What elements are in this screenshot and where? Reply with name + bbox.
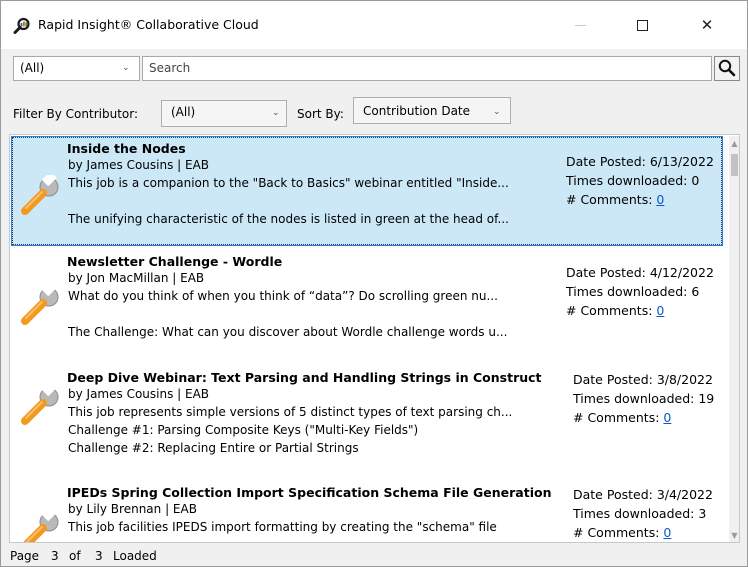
item-title: Newsletter Challenge - Wordle: [67, 254, 283, 269]
category-dropdown-value: (All): [20, 61, 45, 75]
comments-link[interactable]: 0: [663, 525, 671, 540]
chevron-down-icon: ⌄: [493, 107, 501, 117]
contributor-filter-label: Filter By Contributor:: [13, 107, 139, 121]
wrench-icon: [21, 175, 59, 215]
date-posted: Date Posted: 6/13/2022: [566, 154, 714, 169]
date-posted: Date Posted: 3/4/2022: [573, 487, 713, 502]
chevron-down-icon: ⌄: [122, 63, 130, 73]
comments-label: # Comments:: [566, 192, 653, 207]
date-posted: Date Posted: 4/12/2022: [566, 265, 714, 280]
category-dropdown[interactable]: (All) ⌄: [13, 56, 140, 81]
item-description-line: This job is a companion to the "Back to …: [68, 176, 509, 190]
search-icon: [718, 59, 736, 77]
scroll-up-icon[interactable]: ▲: [729, 139, 739, 148]
date-posted: Date Posted: 3/8/2022: [573, 372, 713, 387]
comments-info: # Comments: 0: [566, 303, 664, 318]
item-description-line: Challenge #1: Parsing Composite Keys ("M…: [68, 423, 419, 437]
item-author: by James Cousins | EAB: [68, 158, 210, 172]
search-input-box[interactable]: [142, 56, 712, 81]
comments-info: # Comments: 0: [573, 525, 671, 540]
comments-label: # Comments:: [573, 525, 660, 540]
item-description-line: The unifying characteristic of the nodes…: [68, 212, 509, 226]
comments-label: # Comments:: [573, 410, 660, 425]
search-bar: (All) ⌄: [1, 49, 747, 93]
times-downloaded: Times downloaded: 3: [573, 506, 707, 521]
list-item[interactable]: Inside the Nodes by James Cousins | EAB …: [11, 136, 723, 246]
comments-link[interactable]: 0: [656, 303, 664, 318]
item-title: Inside the Nodes: [67, 141, 186, 156]
list-item[interactable]: IPEDs Spring Collection Import Specifica…: [11, 480, 723, 542]
comments-info: # Comments: 0: [566, 192, 664, 207]
status-page-total: 3: [95, 549, 103, 563]
item-title: Deep Dive Webinar: Text Parsing and Hand…: [67, 370, 542, 385]
item-author: by Lily Brennan | EAB: [68, 502, 197, 516]
maximize-icon: [636, 19, 648, 31]
comments-link[interactable]: 0: [656, 192, 664, 207]
job-list[interactable]: Inside the Nodes by James Cousins | EAB …: [9, 134, 740, 543]
comments-label: # Comments:: [566, 303, 653, 318]
wrench-icon: [23, 510, 59, 542]
status-page-word: Page: [10, 549, 40, 563]
close-button[interactable]: ✕: [684, 9, 730, 41]
times-downloaded: Times downloaded: 6: [566, 284, 700, 299]
contributor-dropdown[interactable]: (All) ⌄: [161, 100, 287, 127]
times-downloaded: Times downloaded: 0: [566, 173, 700, 188]
filter-bar: Filter By Contributor: (All) ⌄ Sort By: …: [1, 93, 747, 133]
status-page-of: of: [69, 549, 81, 563]
status-bar: Page 3 of 3 Loaded: [1, 544, 747, 566]
close-icon: ✕: [700, 16, 714, 34]
item-description-line: What do you think of when you think of “…: [68, 289, 498, 303]
wrench-icon: [21, 385, 59, 425]
comments-info: # Comments: 0: [573, 410, 671, 425]
item-description-line: Challenge #2: Replacing Entire or Partia…: [68, 441, 359, 455]
scroll-down-icon[interactable]: ▼: [729, 531, 739, 540]
search-input[interactable]: [143, 57, 695, 78]
contributor-dropdown-value: (All): [171, 105, 196, 119]
list-item[interactable]: Deep Dive Webinar: Text Parsing and Hand…: [11, 365, 723, 475]
item-author: by Jon MacMillan | EAB: [68, 271, 205, 285]
item-title: IPEDs Spring Collection Import Specifica…: [67, 485, 552, 500]
scrollbar-thumb[interactable]: [731, 154, 738, 176]
app-logo-icon: [13, 17, 30, 34]
status-page-current: 3: [51, 549, 59, 563]
window-title: Rapid Insight® Collaborative Cloud: [38, 17, 259, 32]
sort-dropdown-value: Contribution Date: [363, 104, 471, 118]
status-loaded: Loaded: [113, 549, 157, 563]
app-window: Rapid Insight® Collaborative Cloud ✕ (Al…: [0, 0, 748, 567]
item-description-line: The Challenge: What can you discover abo…: [68, 325, 508, 339]
wrench-icon: [21, 285, 59, 325]
vertical-scrollbar[interactable]: ▲ ▼: [729, 136, 739, 542]
minimize-icon: [574, 24, 586, 26]
times-downloaded: Times downloaded: 19: [573, 391, 715, 406]
search-button[interactable]: [714, 56, 740, 81]
item-author: by James Cousins | EAB: [68, 387, 210, 401]
maximize-button[interactable]: [619, 9, 665, 41]
list-item[interactable]: Newsletter Challenge - Wordle by Jon Mac…: [11, 249, 723, 359]
minimize-button[interactable]: [557, 9, 603, 41]
sort-dropdown[interactable]: Contribution Date ⌄: [353, 97, 511, 124]
comments-link[interactable]: 0: [663, 410, 671, 425]
sort-by-label: Sort By:: [297, 107, 344, 121]
item-description-line: This job facilities IPEDS import formatt…: [68, 520, 497, 534]
title-bar[interactable]: Rapid Insight® Collaborative Cloud ✕: [1, 1, 747, 49]
chevron-down-icon: ⌄: [272, 108, 280, 118]
item-description-line: This job represents simple versions of 5…: [68, 405, 513, 419]
